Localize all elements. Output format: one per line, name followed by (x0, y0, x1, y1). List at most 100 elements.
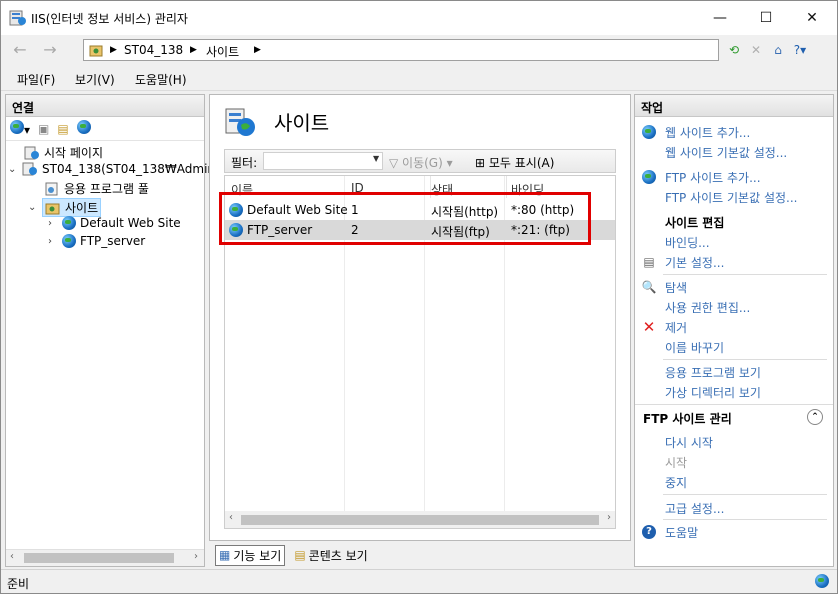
view-applications-link[interactable]: 응용 프로그램 보기 (665, 364, 761, 381)
actions-header: 작업 (635, 95, 833, 117)
close-button[interactable]: ✕ (789, 1, 835, 35)
connections-hscrollbar[interactable]: ‹ › (6, 549, 204, 566)
basic-settings-link[interactable]: 기본 설정... (665, 254, 724, 271)
connection-status-icon (815, 574, 829, 591)
edit-permissions-link[interactable]: 사용 권한 편집... (665, 299, 750, 316)
tree-item-server[interactable]: ⌄ ST04_138(ST04_138₩Admin (8, 162, 215, 176)
collapse-icon[interactable]: ⌄ (28, 202, 38, 213)
sites-pane: 사이트 필터: ▼ ▽ 이동(G) ▾ ⊞ 모두 표시(A) 이름 ID 상태 … (209, 94, 631, 541)
breadcrumb-server[interactable]: ST04_138 (124, 43, 183, 57)
ftp-manage-header: FTP 사이트 관리 ⌃ (635, 404, 833, 428)
breadcrumb-sep-icon: ▶ (254, 45, 261, 55)
up-folder-icon[interactable]: ▤ (57, 122, 68, 136)
tree-item-sites[interactable]: ⌄ 사이트 (28, 198, 102, 217)
server-icon (22, 162, 37, 176)
remove-link[interactable]: 제거 (665, 319, 687, 336)
stop-link[interactable]: 중지 (665, 474, 687, 491)
window-title: IIS(인터넷 정보 서비스) 관리자 (31, 12, 188, 26)
menu-help[interactable]: 도움말(H) (135, 71, 187, 88)
globe-icon (62, 216, 76, 230)
ftp-defaults-link[interactable]: FTP 사이트 기본값 설정... (665, 189, 797, 206)
help-link[interactable]: 도움말 (665, 524, 698, 541)
connections-pane: 연결 ▾ ▣ ▤ 시작 페이지 ⌄ ST04_138(ST04_138₩Admi… (5, 94, 215, 567)
maximize-button[interactable]: ☐ (743, 1, 789, 35)
status-text: 준비 (7, 577, 30, 591)
bindings-link[interactable]: 바인딩... (665, 234, 710, 251)
scroll-thumb[interactable] (24, 553, 174, 563)
menu-file[interactable]: 파일(F) (17, 71, 55, 88)
show-all-button[interactable]: ⊞ 모두 표시(A) (475, 154, 554, 171)
start-page-icon (24, 146, 39, 159)
add-ftp-site-link[interactable]: FTP 사이트 추가... (665, 169, 761, 186)
sites-large-icon (225, 108, 255, 136)
advanced-settings-link[interactable]: 고급 설정... (665, 500, 724, 517)
go-button[interactable]: ▽ 이동(G) ▾ (389, 154, 453, 171)
disconnect-icon[interactable] (76, 120, 91, 137)
connections-tree: 시작 페이지 ⌄ ST04_138(ST04_138₩Admin 응용 프로그램… (6, 141, 215, 541)
connect-icon[interactable]: ▾ (10, 120, 30, 137)
features-view-icon: ▦ (219, 548, 231, 562)
breadcrumb-sep-icon: ▶ (190, 45, 197, 55)
tree-item-start-page[interactable]: 시작 페이지 (24, 144, 103, 161)
rename-link[interactable]: 이름 바꾸기 (665, 339, 724, 356)
address-bar[interactable]: ▶ ST04_138 ▶ 사이트 ▶ (83, 39, 719, 61)
stop-icon[interactable]: ✕ (747, 41, 765, 59)
menu-view[interactable]: 보기(V) (75, 71, 115, 88)
folder-icon (89, 45, 103, 57)
add-site-icon (641, 124, 657, 140)
view-tabs: ▦ 기능 보기 ▤ 콘텐츠 보기 (215, 544, 371, 566)
settings-icon: ▤ (643, 255, 655, 269)
add-website-link[interactable]: 웹 사이트 추가... (665, 124, 750, 141)
address-tools: ⟲ ✕ ⌂ ?▾ (725, 40, 809, 60)
home-icon[interactable]: ⌂ (769, 41, 787, 59)
filter-bar: 필터: ▼ ▽ 이동(G) ▾ ⊞ 모두 표시(A) (224, 149, 616, 173)
iis-manager-window: IIS(인터넷 정보 서비스) 관리자 — ☐ ✕ ← → ▶ ST04_138… (0, 0, 838, 594)
save-icon[interactable]: ▣ (38, 122, 49, 136)
tree-item-default-web-site[interactable]: › Default Web Site (48, 216, 181, 230)
address-row: ← → ▶ ST04_138 ▶ 사이트 ▶ ⟲ ✕ ⌂ ?▾ (1, 35, 837, 65)
status-bar: 준비 (1, 569, 837, 593)
tree-item-ftp-server[interactable]: › FTP_server (48, 234, 145, 248)
collapse-icon[interactable]: ⌄ (8, 164, 18, 175)
globe-icon (62, 234, 76, 248)
content-view-icon: ▤ (294, 548, 306, 562)
sites-folder-icon (45, 203, 60, 214)
filter-dropdown-icon[interactable]: ▼ (373, 154, 379, 163)
expand-icon[interactable]: › (48, 236, 58, 247)
actions-pane: 작업 웹 사이트 추가... 웹 사이트 기본값 설정... FTP 사이트 추… (634, 94, 834, 567)
minimize-button[interactable]: — (697, 1, 743, 35)
site-defaults-link[interactable]: 웹 사이트 기본값 설정... (665, 144, 787, 161)
connections-toolbar: ▾ ▣ ▤ (6, 117, 204, 141)
scroll-thumb[interactable] (241, 515, 599, 525)
restart-link[interactable]: 다시 시작 (665, 434, 713, 451)
forward-button[interactable]: → (37, 39, 63, 61)
start-link: 시작 (665, 456, 688, 470)
help-icon: ? (641, 524, 657, 540)
remove-icon: ✕ (642, 318, 656, 336)
iis-app-icon (9, 10, 26, 26)
filter-input[interactable] (263, 152, 383, 170)
title-bar: IIS(인터넷 정보 서비스) 관리자 — ☐ ✕ (1, 1, 837, 35)
explore-icon: 🔍 (641, 280, 657, 294)
highlight-box (219, 192, 591, 245)
menu-bar: 파일(F) 보기(V) 도움말(H) (1, 65, 837, 91)
edit-site-heading: 사이트 편집 (665, 216, 725, 230)
add-ftp-icon (641, 169, 657, 185)
grid-hscrollbar[interactable]: ‹ › (225, 511, 615, 528)
breadcrumb-sites[interactable]: 사이트 (206, 43, 239, 60)
connections-header: 연결 (6, 95, 204, 117)
tab-content-view[interactable]: ▤ 콘텐츠 보기 (291, 546, 370, 565)
collapse-section-icon[interactable]: ⌃ (807, 409, 823, 425)
tree-item-app-pools[interactable]: 응용 프로그램 풀 (44, 180, 149, 197)
filter-label: 필터: (231, 156, 258, 170)
tab-features-view[interactable]: ▦ 기능 보기 (215, 544, 286, 566)
back-button[interactable]: ← (7, 39, 33, 61)
explore-link[interactable]: 탐색 (665, 279, 687, 296)
breadcrumb-sep-icon: ▶ (110, 45, 117, 55)
view-virtual-dirs-link[interactable]: 가상 디렉터리 보기 (665, 384, 761, 401)
help-icon[interactable]: ?▾ (791, 41, 809, 59)
expand-icon[interactable]: › (48, 218, 58, 229)
refresh-icon[interactable]: ⟲ (725, 41, 743, 59)
app-pool-icon (45, 182, 58, 195)
page-title: 사이트 (274, 111, 330, 135)
